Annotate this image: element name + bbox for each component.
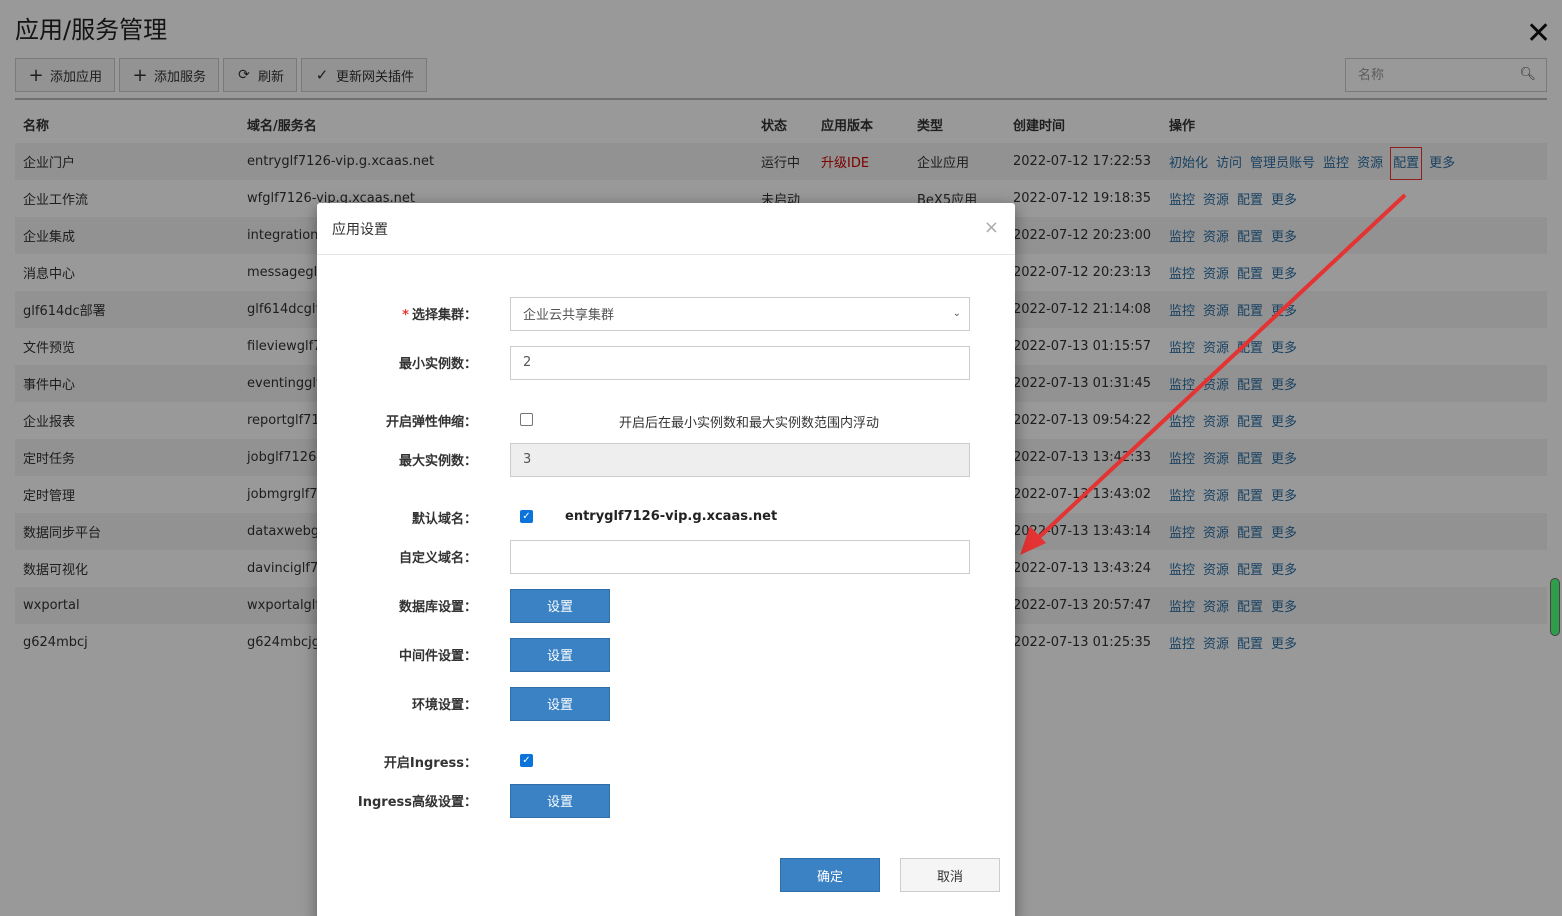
- max-instances-label: 最大实例数：: [398, 454, 477, 469]
- custom-domain-input[interactable]: [510, 539, 970, 574]
- middleware-settings-button[interactable]: 设置: [510, 637, 610, 672]
- elastic-hint: 开启后在最小实例数和最大实例数范围内浮动: [619, 416, 880, 431]
- dialog-title: 应用设置: [332, 221, 388, 238]
- cluster-label: * 选择集群：: [317, 304, 477, 323]
- dialog-close-icon[interactable]: ×: [984, 217, 999, 238]
- max-instances-input: 3: [510, 442, 970, 477]
- cluster-select[interactable]: 企业云共享集群 ⌄: [510, 296, 970, 331]
- cluster-label-text: 选择集群：: [411, 308, 477, 323]
- ingress-checkbox[interactable]: ✓: [520, 754, 533, 767]
- cancel-button[interactable]: 取消: [900, 858, 1000, 892]
- db-settings-label: 数据库设置：: [398, 600, 477, 615]
- ingress-advanced-label: Ingress高级设置：: [357, 795, 477, 810]
- middleware-settings-label: 中间件设置：: [398, 649, 477, 664]
- default-domain-value: entryglf7126-vip.g.xcaas.net: [565, 509, 778, 524]
- ok-button[interactable]: 确定: [780, 858, 880, 892]
- env-settings-label: 环境设置：: [411, 698, 477, 713]
- ingress-label: 开启Ingress：: [383, 755, 477, 771]
- chevron-down-icon: ⌄: [952, 308, 961, 319]
- default-domain-checkbox[interactable]: ✓: [520, 510, 533, 523]
- elastic-checkbox[interactable]: [520, 413, 533, 426]
- elastic-label: 开启弹性伸缩：: [385, 414, 477, 430]
- required-mark: *: [402, 308, 409, 323]
- cluster-select-value: 企业云共享集群: [523, 308, 615, 323]
- app-settings-dialog: 应用设置 × * 选择集群： 企业云共享集群 ⌄ 最小实例数： 2 开启弹性伸缩： …: [317, 203, 1015, 916]
- min-instances-input[interactable]: 2: [510, 345, 970, 380]
- ingress-advanced-button[interactable]: 设置: [510, 783, 610, 818]
- scroll-indicator[interactable]: [1550, 578, 1560, 636]
- env-settings-button[interactable]: 设置: [510, 686, 610, 721]
- min-instances-label: 最小实例数：: [398, 357, 477, 372]
- default-domain-label: 默认域名：: [411, 511, 477, 527]
- db-settings-button[interactable]: 设置: [510, 588, 610, 623]
- custom-domain-label: 自定义域名：: [398, 551, 477, 566]
